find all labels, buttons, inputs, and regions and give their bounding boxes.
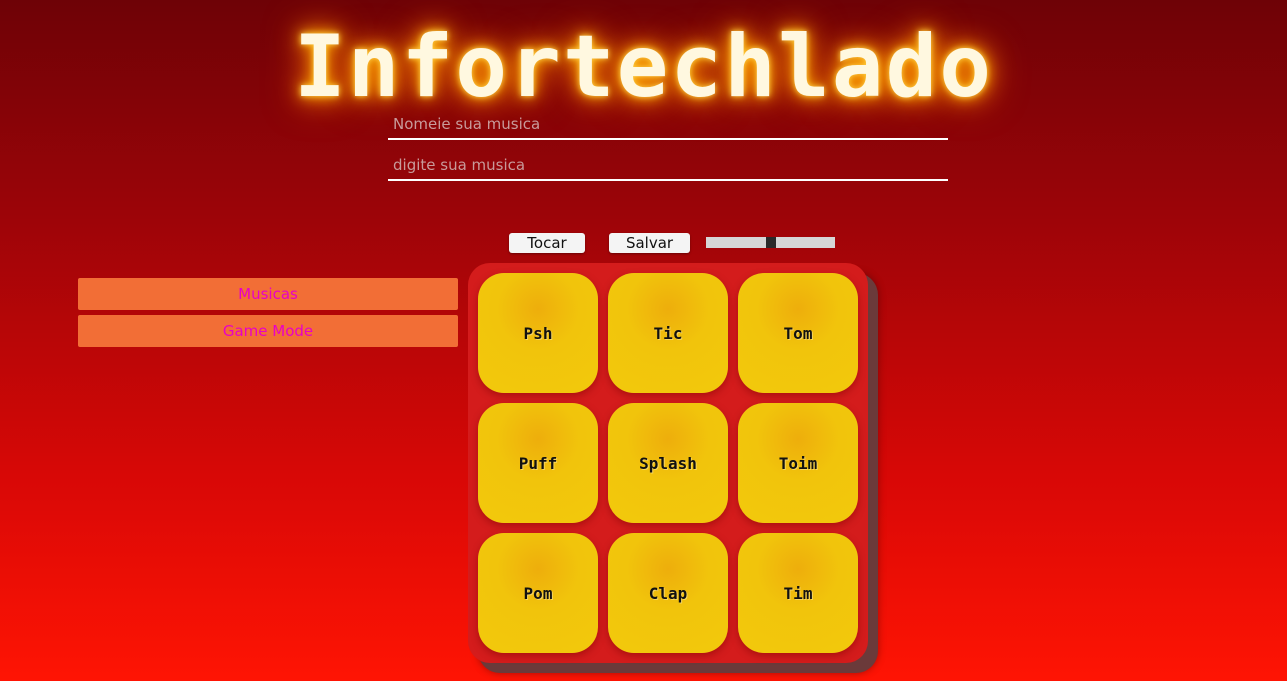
song-sequence-input[interactable] xyxy=(388,151,948,181)
pad-splash[interactable]: Splash xyxy=(608,403,728,523)
pad-puff[interactable]: Puff xyxy=(478,403,598,523)
song-name-input[interactable] xyxy=(388,110,948,140)
pad-toim[interactable]: Toim xyxy=(738,403,858,523)
sidebar-item-game-mode[interactable]: Game Mode xyxy=(78,315,458,347)
drum-pad-board: Psh Tic Tom Puff Splash Toim Pom Clap Ti… xyxy=(468,263,868,663)
save-button[interactable]: Salvar xyxy=(609,233,690,253)
pad-psh[interactable]: Psh xyxy=(478,273,598,393)
sidebar-item-musicas[interactable]: Musicas xyxy=(78,278,458,310)
volume-slider-thumb[interactable] xyxy=(765,237,776,248)
pad-tic[interactable]: Tic xyxy=(608,273,728,393)
pad-tim[interactable]: Tim xyxy=(738,533,858,653)
app-title: Infortechlado xyxy=(293,17,994,117)
pad-clap[interactable]: Clap xyxy=(608,533,728,653)
play-button[interactable]: Tocar xyxy=(509,233,585,253)
pad-pom[interactable]: Pom xyxy=(478,533,598,653)
pad-tom[interactable]: Tom xyxy=(738,273,858,393)
volume-slider[interactable] xyxy=(706,237,835,248)
